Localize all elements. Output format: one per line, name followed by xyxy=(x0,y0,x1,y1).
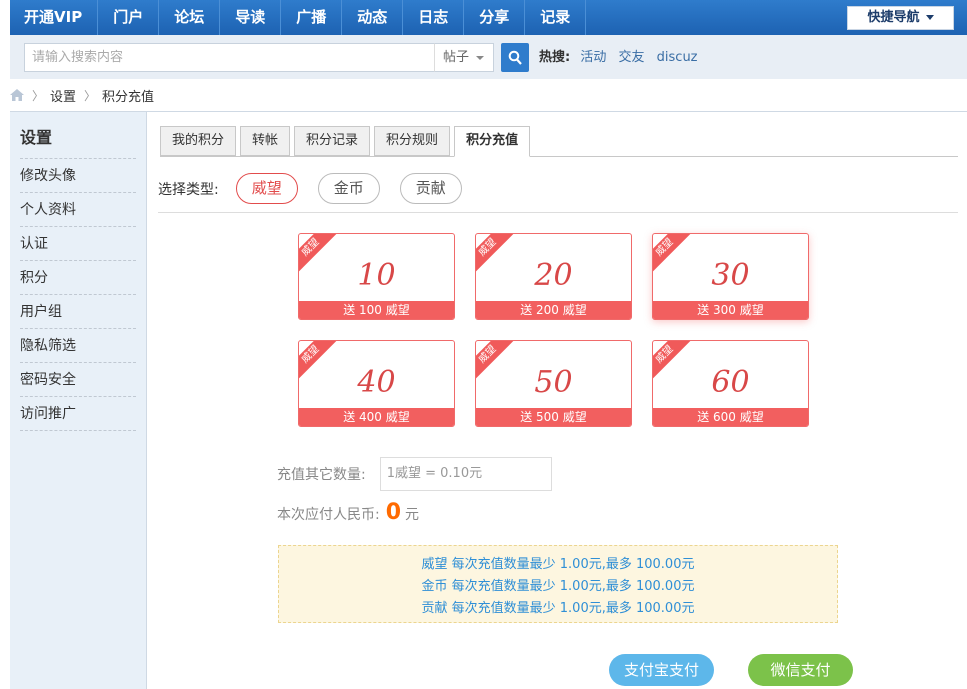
type-option-gold[interactable]: 金币 xyxy=(317,173,380,204)
nav-item-portal[interactable]: 门户 xyxy=(98,0,160,35)
sidebar-item-credits[interactable]: 积分 xyxy=(20,261,136,295)
card-bonus: 送 400 威望 xyxy=(299,408,454,426)
card-bonus: 送 500 威望 xyxy=(476,408,631,426)
sidebar-item-verify[interactable]: 认证 xyxy=(20,227,136,261)
nav-item-vip[interactable]: 开通VIP xyxy=(10,0,99,35)
divider xyxy=(158,212,958,213)
payment-total-amount: 0 xyxy=(385,500,402,525)
quick-nav-button[interactable]: 快捷导航 xyxy=(847,6,954,30)
nav-item-record[interactable]: 记录 xyxy=(525,0,587,35)
hot-search-label: 热搜: xyxy=(539,50,571,65)
sidebar-item-profile[interactable]: 个人资料 xyxy=(20,193,136,227)
search-icon xyxy=(508,50,522,65)
sidebar-item-password[interactable]: 密码安全 xyxy=(20,363,136,397)
card-amount: 40 xyxy=(357,365,396,400)
wechat-pay-button[interactable]: 微信支付 xyxy=(748,654,853,686)
nav-item-share[interactable]: 分享 xyxy=(464,0,526,35)
type-label: 选择类型: xyxy=(158,181,219,198)
other-amount-row: 充值其它数量: 1威望 = 0.10元 xyxy=(277,457,552,491)
recharge-card[interactable]: 威望 50 送 500 威望 xyxy=(475,340,632,427)
sidebar-title: 设置 xyxy=(20,124,136,159)
sidebar-item-promotion[interactable]: 访问推广 xyxy=(20,397,136,431)
tab-credit-log[interactable]: 积分记录 xyxy=(294,126,371,156)
payment-total-row: 本次应付人民币: 0 元 xyxy=(277,500,419,525)
nav-item-forum[interactable]: 论坛 xyxy=(159,0,221,35)
card-amount: 50 xyxy=(534,365,573,400)
top-navigation: 开通VIP 门户 论坛 导读 广播 动态 日志 分享 记录 快捷导航 xyxy=(10,0,967,35)
chevron-down-icon xyxy=(925,15,934,20)
credit-tabs: 我的积分 转帐 积分记录 积分规则 积分充值 xyxy=(160,126,958,157)
sidebar-item-usergroup[interactable]: 用户组 xyxy=(20,295,136,329)
alipay-button[interactable]: 支付宝支付 xyxy=(609,654,714,686)
recharge-card[interactable]: 威望 30 送 300 威望 xyxy=(652,233,809,320)
notice-line: 威望 每次充值数量最少 1.00元,最多 100.00元 xyxy=(421,557,695,572)
card-amount: 20 xyxy=(534,258,573,293)
recharge-card[interactable]: 威望 40 送 400 威望 xyxy=(298,340,455,427)
nav-item-broadcast[interactable]: 广播 xyxy=(281,0,343,35)
hot-link[interactable]: 交友 xyxy=(619,50,645,65)
settings-sidebar: 设置 修改头像 个人资料 认证 积分 用户组 隐私筛选 密码安全 访问推广 xyxy=(10,112,147,689)
search-type-label: 帖子 xyxy=(443,50,470,65)
nav-item-guide[interactable]: 导读 xyxy=(220,0,282,35)
search-type-select[interactable]: 帖子 xyxy=(434,43,494,72)
type-option-prestige[interactable]: 威望 xyxy=(235,173,298,204)
hot-search: 热搜: 活动 交友 discuz xyxy=(539,43,706,72)
recharge-card[interactable]: 威望 20 送 200 威望 xyxy=(475,233,632,320)
type-selector: 选择类型: 威望 金币 贡献 xyxy=(158,173,482,204)
payment-total-unit: 元 xyxy=(405,507,420,523)
card-amount: 30 xyxy=(711,258,750,293)
notice-line: 贡献 每次充值数量最少 1.00元,最多 100.00元 xyxy=(421,601,695,616)
breadcrumb-separator: 〉 xyxy=(84,88,97,103)
chevron-down-icon xyxy=(476,56,484,60)
search-button[interactable] xyxy=(501,43,529,72)
home-icon[interactable] xyxy=(10,89,24,101)
tab-my-credits[interactable]: 我的积分 xyxy=(160,126,237,156)
recharge-card[interactable]: 威望 10 送 100 威望 xyxy=(298,233,455,320)
breadcrumb-credit-recharge[interactable]: 积分充值 xyxy=(102,86,154,105)
tab-credit-rules[interactable]: 积分规则 xyxy=(374,126,451,156)
hot-link[interactable]: discuz xyxy=(657,50,698,65)
divider xyxy=(10,111,967,112)
hot-link[interactable]: 活动 xyxy=(580,50,606,65)
tab-transfer[interactable]: 转帐 xyxy=(240,126,291,156)
nav-item-blog[interactable]: 日志 xyxy=(403,0,465,35)
payment-total-label: 本次应付人民币: xyxy=(277,507,380,523)
breadcrumb-separator: 〉 xyxy=(32,88,45,103)
tab-credit-recharge[interactable]: 积分充值 xyxy=(454,126,531,157)
card-amount: 60 xyxy=(711,365,750,400)
recharge-limits-notice: 威望 每次充值数量最少 1.00元,最多 100.00元 金币 每次充值数量最少… xyxy=(278,545,838,623)
breadcrumb-settings[interactable]: 设置 xyxy=(50,86,76,105)
other-amount-label: 充值其它数量: xyxy=(277,467,366,483)
sidebar-item-privacy[interactable]: 隐私筛选 xyxy=(20,329,136,363)
card-bonus: 送 600 威望 xyxy=(653,408,808,426)
breadcrumb: 〉 设置 〉 积分充值 xyxy=(10,84,154,106)
type-option-contribution[interactable]: 贡献 xyxy=(399,173,462,204)
search-input[interactable]: 请输入搜索内容 xyxy=(24,43,435,72)
other-amount-input[interactable]: 1威望 = 0.10元 xyxy=(379,457,552,491)
quick-nav-label: 快捷导航 xyxy=(867,10,920,25)
card-amount: 10 xyxy=(357,258,396,293)
nav-item-feed[interactable]: 动态 xyxy=(342,0,404,35)
search-bar: 请输入搜索内容 帖子 热搜: 活动 交友 discuz xyxy=(10,35,967,79)
card-bonus: 送 100 威望 xyxy=(299,301,454,319)
card-bonus: 送 300 威望 xyxy=(653,301,808,319)
card-bonus: 送 200 威望 xyxy=(476,301,631,319)
notice-line: 金币 每次充值数量最少 1.00元,最多 100.00元 xyxy=(421,579,695,594)
sidebar-item-avatar[interactable]: 修改头像 xyxy=(20,159,136,193)
recharge-card[interactable]: 威望 60 送 600 威望 xyxy=(652,340,809,427)
